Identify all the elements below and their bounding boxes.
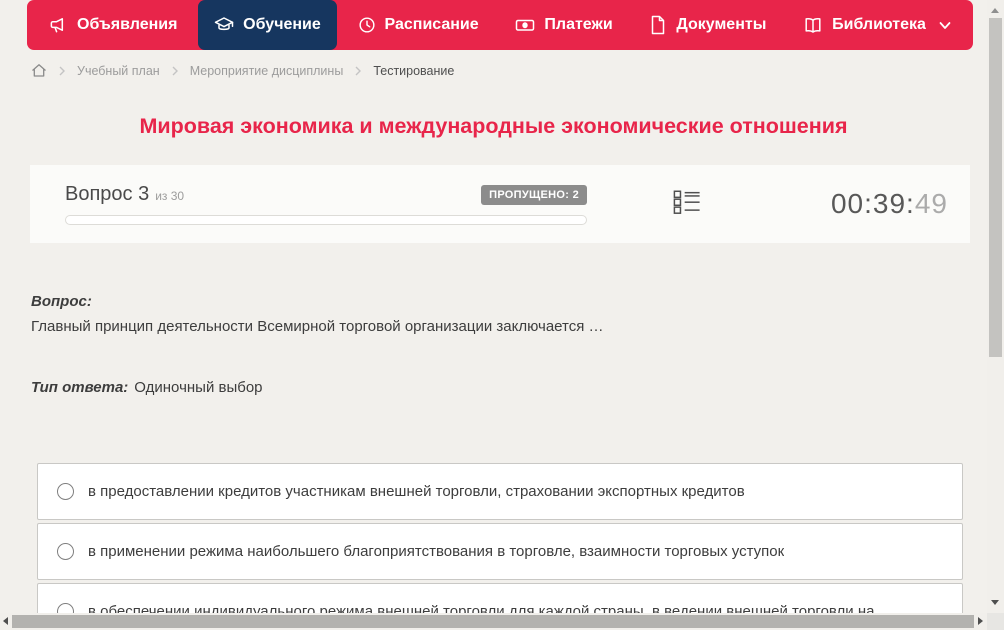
nav-item-learning[interactable]: Обучение bbox=[198, 0, 337, 50]
option-text: в применении режима наибольшего благопри… bbox=[88, 543, 785, 560]
answer-option-2[interactable]: в применении режима наибольшего благопри… bbox=[37, 523, 963, 580]
horizontal-scrollbar-thumb[interactable] bbox=[12, 615, 974, 628]
question-text: Главный принцип деятельности Всемирной т… bbox=[31, 318, 604, 335]
nav-item-library[interactable]: Библиотека bbox=[787, 0, 967, 50]
countdown-timer: 00:39:49 bbox=[831, 188, 948, 220]
banknote-icon bbox=[515, 15, 535, 35]
chevron-down-icon bbox=[939, 21, 951, 30]
page-content: Объявления Обучение Расписание Платежи Д… bbox=[0, 0, 987, 613]
answer-type-line: Тип ответа: Одиночный выбор bbox=[31, 379, 263, 396]
breadcrumb-item-testing: Тестирование bbox=[373, 63, 455, 78]
question-heading: Вопрос: bbox=[31, 293, 92, 310]
scrollbar-corner bbox=[987, 613, 1004, 630]
timer-seconds: 49 bbox=[914, 188, 948, 219]
question-total: из 30 bbox=[155, 189, 185, 203]
chevron-right-icon bbox=[170, 65, 180, 77]
skipped-badge: ПРОПУЩЕНО: 2 bbox=[481, 184, 587, 205]
chevron-right-icon bbox=[353, 65, 363, 77]
breadcrumb-item-discipline-event[interactable]: Мероприятие дисциплины bbox=[190, 64, 344, 78]
page-title: Мировая экономика и международные эконом… bbox=[139, 114, 848, 138]
vertical-scrollbar-thumb[interactable] bbox=[989, 18, 1002, 357]
nav-label: Обучение bbox=[243, 16, 321, 33]
vertical-scrollbar[interactable] bbox=[987, 0, 1004, 613]
answer-options: в предоставлении кредитов участникам вне… bbox=[37, 463, 963, 613]
book-icon bbox=[803, 16, 823, 35]
nav-label: Платежи bbox=[544, 16, 613, 33]
question-map-button[interactable] bbox=[673, 188, 701, 221]
megaphone-icon bbox=[49, 16, 68, 35]
breadcrumb: Учебный план Мероприятие дисциплины Тест… bbox=[31, 63, 454, 78]
radio-button[interactable] bbox=[57, 603, 74, 613]
question-progress-block: Вопрос 3 из 30 ПРОПУЩЕНО: 2 bbox=[65, 183, 587, 225]
nav-item-schedule[interactable]: Расписание bbox=[342, 0, 495, 50]
question-list-icon bbox=[673, 188, 701, 221]
graduation-cap-icon bbox=[214, 16, 234, 34]
home-icon[interactable] bbox=[31, 63, 47, 78]
scroll-left-arrow[interactable] bbox=[3, 617, 8, 625]
radio-button[interactable] bbox=[57, 483, 74, 500]
answer-option-1[interactable]: в предоставлении кредитов участникам вне… bbox=[37, 463, 963, 520]
question-number: Вопрос 3 bbox=[65, 183, 150, 205]
horizontal-scrollbar[interactable] bbox=[0, 613, 987, 630]
answer-type-label: Тип ответа: bbox=[31, 379, 129, 396]
nav-label: Библиотека bbox=[832, 16, 926, 33]
document-icon bbox=[649, 15, 667, 35]
scroll-right-arrow[interactable] bbox=[978, 617, 983, 625]
scroll-up-arrow[interactable] bbox=[991, 8, 999, 13]
timer-hours-minutes: 00:39: bbox=[830, 188, 915, 219]
question-counter: Вопрос 3 из 30 bbox=[65, 183, 184, 206]
quiz-header-panel: Вопрос 3 из 30 ПРОПУЩЕНО: 2 00:39:49 bbox=[30, 165, 970, 243]
nav-label: Расписание bbox=[384, 16, 479, 33]
answer-type-value: Одиночный выбор bbox=[134, 379, 263, 396]
answer-option-3[interactable]: в обеспечении индивидуального режима вне… bbox=[37, 583, 963, 613]
main-nav: Объявления Обучение Расписание Платежи Д… bbox=[27, 0, 973, 50]
nav-item-payments[interactable]: Платежи bbox=[499, 0, 628, 50]
chevron-right-icon bbox=[57, 65, 67, 77]
clock-icon bbox=[358, 16, 376, 34]
option-text: в обеспечении индивидуального режима вне… bbox=[88, 603, 875, 613]
radio-button[interactable] bbox=[57, 543, 74, 560]
scroll-down-arrow[interactable] bbox=[991, 600, 999, 605]
nav-label: Объявления bbox=[77, 16, 178, 33]
progress-bar bbox=[65, 215, 587, 225]
option-text: в предоставлении кредитов участникам вне… bbox=[88, 483, 745, 500]
nav-item-announcements[interactable]: Объявления bbox=[33, 0, 193, 50]
breadcrumb-item-study-plan[interactable]: Учебный план bbox=[77, 64, 160, 78]
nav-item-documents[interactable]: Документы bbox=[633, 0, 782, 50]
nav-label: Документы bbox=[676, 16, 767, 33]
